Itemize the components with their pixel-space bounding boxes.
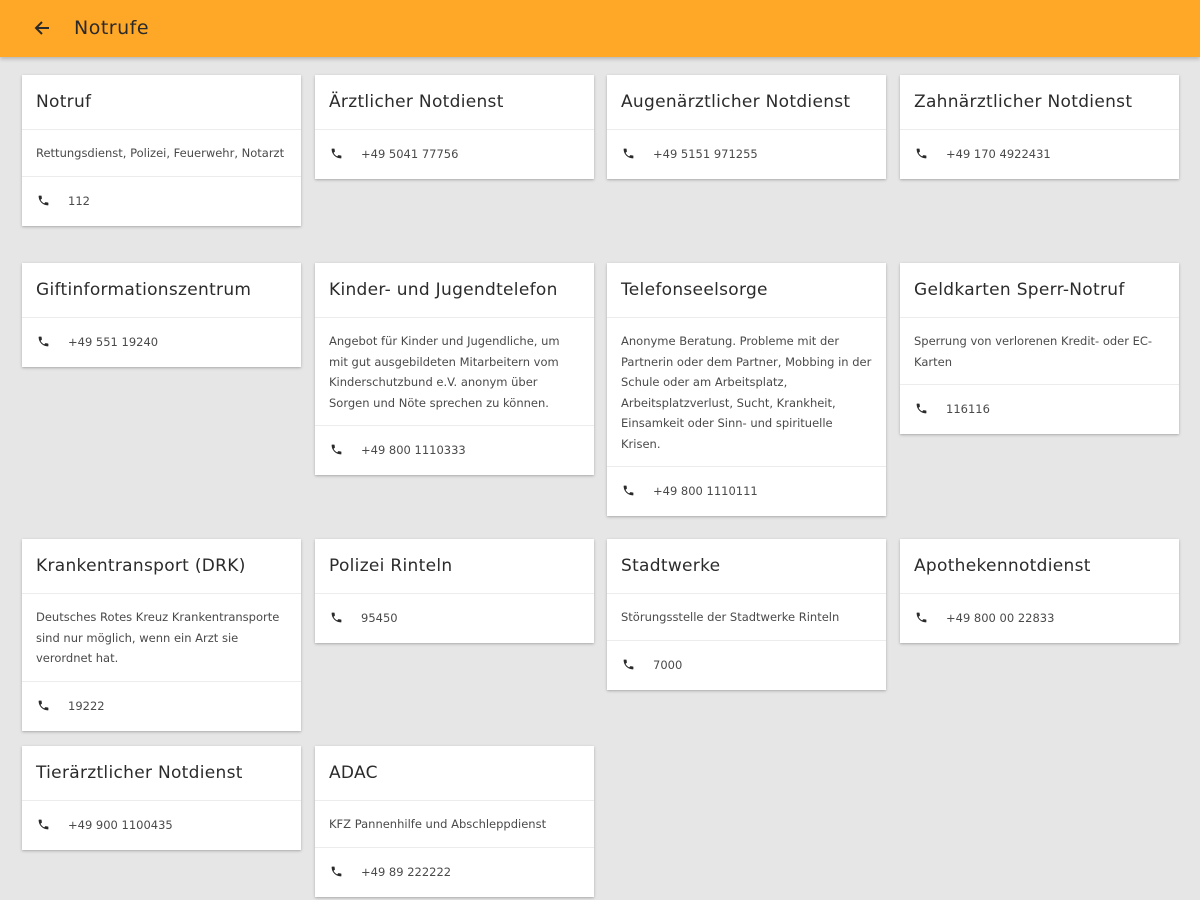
phone-call-row[interactable]: +49 900 1100435: [22, 801, 301, 850]
phone-number: +49 5041 77756: [361, 147, 459, 161]
phone-number: +49 170 4922431: [946, 147, 1051, 161]
phone-call-row[interactable]: +49 551 19240: [22, 318, 301, 367]
phone-call-row[interactable]: +49 800 1110333: [315, 426, 594, 475]
card-description: KFZ Pannenhilfe und Abschleppdienst: [315, 801, 594, 848]
phone-number: +49 900 1100435: [68, 818, 173, 832]
phone-number: +49 5151 971255: [653, 147, 758, 161]
phone-call-row[interactable]: +49 5151 971255: [607, 130, 886, 179]
emergency-card: Telefonseelsorge Anonyme Beratung. Proble…: [607, 263, 886, 516]
card-description: Störungsstelle der Stadtwerke Rinteln: [607, 594, 886, 641]
card-title: Polizei Rinteln: [315, 539, 594, 594]
arrow-back-icon: [34, 21, 49, 35]
card-title: Augenärztlicher Notdienst: [607, 75, 886, 130]
page-title: Notrufe: [74, 17, 150, 39]
phone-call-row[interactable]: +49 5041 77756: [315, 130, 594, 179]
card-title: Telefonseelsorge: [607, 263, 886, 318]
card-title: Ärztlicher Notdienst: [315, 75, 594, 130]
phone-call-row[interactable]: +49 89 222222: [315, 848, 594, 897]
emergency-card: ADAC KFZ Pannenhilfe und Abschleppdienst +…: [315, 746, 594, 897]
card-description: Angebot für Kinder und Jugendliche, um m…: [315, 318, 594, 426]
phone-call-row[interactable]: +49 170 4922431: [900, 130, 1179, 179]
emergency-card: Ärztlicher Notdienst +49 5041 77756: [315, 75, 594, 179]
app-bar: Notrufe: [0, 0, 1200, 57]
phone-number: 7000: [653, 657, 683, 672]
emergency-card: Stadtwerke Störungsstelle der Stadtwerke …: [607, 539, 886, 690]
card-description: Anonyme Beratung. Probleme mit der Partn…: [607, 318, 886, 467]
phone-number: 19222: [68, 698, 105, 713]
phone-call-row[interactable]: 19222: [22, 682, 301, 731]
emergency-card: Augenärztlicher Notdienst +49 5151 971255: [607, 75, 886, 179]
phone-number: 95450: [361, 611, 398, 625]
card-title: Kinder- und Jugendtelefon: [315, 263, 594, 318]
phone-call-row[interactable]: +49 800 1110111: [607, 467, 886, 516]
card-title: Tierärztlicher Notdienst: [22, 746, 301, 801]
phone-number: +49 551 19240: [68, 335, 159, 349]
emergency-card: Krankentransport (DRK) Deutsches Rotes Kr…: [22, 539, 301, 731]
emergency-card: Giftinformationszentrum +49 551 19240: [22, 263, 301, 367]
emergency-card: Polizei Rinteln 95450: [315, 539, 594, 643]
card-description: Sperrung von verlorenen Kredit- oder EC-…: [900, 318, 1179, 385]
phone-call-row[interactable]: +49 800 00 22833: [900, 594, 1179, 643]
phone-call-row[interactable]: 112: [22, 177, 301, 226]
emergency-card: Geldkarten Sperr-Notruf Sperrung von verl…: [900, 263, 1179, 434]
back-button[interactable]: [26, 12, 58, 44]
phone-call-row[interactable]: 116116: [900, 385, 1179, 434]
phone-number: +49 800 1110111: [653, 484, 758, 498]
card-title: Zahnärztlicher Notdienst: [900, 75, 1179, 130]
phone-number: 112: [68, 193, 90, 208]
phone-number: 116116: [946, 402, 990, 416]
card-title: Krankentransport (DRK): [22, 539, 301, 594]
phone-call-row[interactable]: 7000: [607, 641, 886, 690]
card-title: Geldkarten Sperr-Notruf: [900, 263, 1179, 318]
emergency-card: Notruf Rettungsdienst, Polizei, Feuerwehr…: [22, 75, 301, 226]
card-title: ADAC: [315, 746, 594, 801]
phone-call-row[interactable]: 95450: [315, 594, 594, 643]
card-title: Apothekennotdienst: [900, 539, 1179, 594]
card-title: Giftinformationszentrum: [22, 263, 301, 318]
emergency-card: Tierärztlicher Notdienst +49 900 1100435: [22, 746, 301, 850]
phone-number: +49 800 1110333: [361, 443, 466, 457]
phone-number: +49 800 00 22833: [946, 611, 1055, 625]
emergency-card: Apothekennotdienst +49 800 00 22833: [900, 539, 1179, 643]
card-title: Notruf: [22, 75, 301, 130]
emergency-card: Kinder- und Jugendtelefon Angebot für Kin…: [315, 263, 594, 475]
phone-number: +49 89 222222: [361, 864, 452, 879]
card-title: Stadtwerke: [607, 539, 886, 594]
card-description: Deutsches Rotes Kreuz Krankentransporte …: [22, 594, 301, 682]
card-description: Rettungsdienst, Polizei, Feuerwehr, Nota…: [22, 130, 301, 177]
emergency-card: Zahnärztlicher Notdienst +49 170 4922431: [900, 75, 1179, 179]
